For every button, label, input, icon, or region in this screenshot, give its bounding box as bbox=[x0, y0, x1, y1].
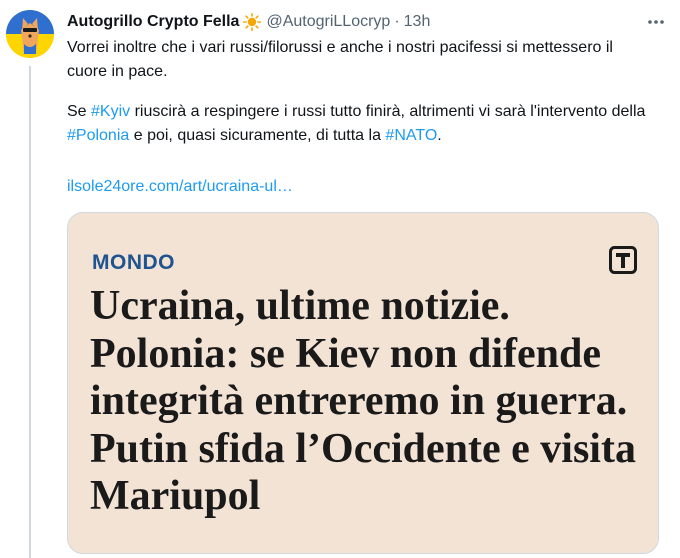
sun-icon bbox=[243, 13, 262, 31]
article-link[interactable]: ilsole24ore.com/art/ucraina-ul… bbox=[67, 175, 293, 199]
tweet-paragraph-2: Se #Kyiv riuscirà a respingere i russi t… bbox=[67, 100, 657, 148]
hashtag-kyiv[interactable]: #Kyiv bbox=[91, 103, 130, 120]
text-segment: riuscirà a respingere i russi tutto fini… bbox=[130, 103, 646, 120]
text-segment: e poi, quasi sicuramente, di tutta la bbox=[129, 127, 386, 144]
text-segment: Se bbox=[67, 103, 92, 120]
avatar[interactable] bbox=[6, 10, 54, 58]
tweet-paragraph-1: Vorrei inoltre che i vari russi/filoruss… bbox=[67, 39, 613, 80]
text-segment: . bbox=[437, 127, 442, 144]
tweet-timestamp[interactable]: 13h bbox=[404, 13, 431, 31]
hashtag-nato[interactable]: #NATO bbox=[385, 127, 437, 144]
card-headline: Ucraina, ultime notizie. Polonia: se Kie… bbox=[90, 283, 636, 519]
t-logo-icon bbox=[609, 246, 637, 274]
more-options-button[interactable] bbox=[644, 10, 668, 34]
separator-dot: · bbox=[394, 13, 400, 30]
tweet-header: Autogrillo Crypto Fella @AutogriLLocryp … bbox=[67, 11, 667, 33]
thread-line bbox=[29, 66, 31, 558]
hashtag-polonia[interactable]: #Polonia bbox=[67, 127, 129, 144]
link-preview-card[interactable]: MONDO Ucraina, ultime notizie. Polonia: … bbox=[67, 212, 659, 554]
author-name[interactable]: Autogrillo Crypto Fella bbox=[67, 13, 239, 31]
more-icon bbox=[648, 20, 664, 24]
avatar-image bbox=[6, 10, 54, 58]
author-handle[interactable]: @AutogriLLocryp bbox=[266, 13, 390, 31]
card-section-label: MONDO bbox=[92, 251, 175, 274]
